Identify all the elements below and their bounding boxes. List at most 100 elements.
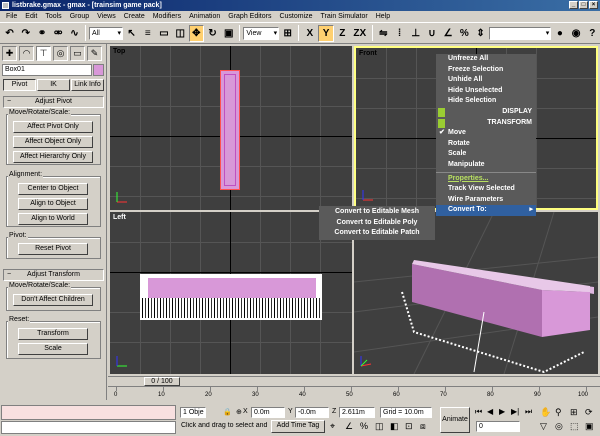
close-button[interactable]: × [589, 1, 598, 9]
unlink-icon[interactable]: ⚮ [51, 25, 66, 42]
maximize-viewport-icon[interactable]: ▣ [585, 421, 594, 432]
menu-animation[interactable]: Animation [185, 13, 224, 20]
angle-snap-status-icon[interactable]: ∠ [345, 421, 353, 432]
window-crossing-icon[interactable]: ◫ [173, 25, 188, 42]
spinner-snap-icon[interactable]: ⇕ [473, 25, 488, 42]
reference-coord-dropdown[interactable]: View [243, 26, 280, 40]
affect-object-only-button[interactable]: Affect Object Only [13, 136, 93, 148]
region-zoom-icon[interactable]: ⬚ [570, 421, 579, 432]
help-icon[interactable]: ? [585, 25, 600, 42]
reset-scale-button[interactable]: Scale [18, 343, 88, 355]
quad-item-rotate[interactable]: Rotate [436, 139, 536, 150]
move-icon[interactable]: ✥ [188, 24, 204, 42]
viewport-label-front[interactable]: Front [359, 50, 377, 57]
bind-space-warp-icon[interactable]: ∿ [67, 25, 82, 42]
utilities-tab-icon[interactable]: ✎ [87, 45, 102, 61]
menu-views[interactable]: Views [93, 13, 120, 20]
object-name-field[interactable]: Box01 [2, 64, 92, 76]
quad-item-convert-to[interactable]: Convert To: ▸ [436, 205, 536, 216]
convert-editable-poly-item[interactable]: Convert to Editable Poly [319, 218, 435, 229]
time-slider-track[interactable]: 0 / 100 [108, 376, 600, 386]
quad-item-hide-unselected[interactable]: Hide Unselected [436, 86, 536, 97]
go-to-end-icon[interactable]: ⏭ [525, 407, 532, 417]
percent-snap-status-icon[interactable]: % [360, 421, 368, 431]
display-tab-icon[interactable]: ▭ [70, 45, 85, 61]
menu-tools[interactable]: Tools [41, 13, 65, 20]
dont-affect-children-button[interactable]: Don't Affect Children [13, 294, 93, 306]
center-to-object-button[interactable]: Center to Object [18, 183, 88, 195]
adjust-transform-rollout[interactable]: Adjust Transform [3, 269, 104, 281]
quad-item-properties[interactable]: Properties... [436, 174, 536, 185]
axis-x-button[interactable]: X [302, 25, 317, 42]
quad-item-unfreeze-all[interactable]: Unfreeze All [436, 54, 536, 65]
orbit-icon[interactable]: ◎ [555, 421, 563, 432]
quad-item-move[interactable]: ✔ Move [436, 128, 536, 139]
menu-create[interactable]: Create [120, 13, 149, 20]
select-by-name-icon[interactable]: ≡ [140, 25, 155, 42]
convert-editable-patch-item[interactable]: Convert to Editable Patch [319, 228, 435, 239]
pivot-mode-button[interactable]: Pivot [3, 79, 36, 91]
rect-region-icon[interactable]: ▭ [156, 25, 171, 42]
go-to-start-icon[interactable]: ⏮ [475, 407, 482, 417]
absolute-mode-icon[interactable]: ⊡ [405, 421, 413, 432]
maxscript-output[interactable] [1, 421, 176, 434]
menu-customize[interactable]: Customize [275, 13, 316, 20]
object-color-swatch[interactable] [93, 64, 104, 76]
percent-snap-icon[interactable]: % [457, 25, 472, 42]
previous-frame-icon[interactable]: ◀ [487, 407, 493, 416]
zoom-extents-icon[interactable]: ⊞ [570, 407, 578, 418]
current-frame-field[interactable]: 0 [476, 421, 520, 432]
quad-item-freeze-selection[interactable]: Freeze Selection [436, 65, 536, 76]
create-tab-icon[interactable]: ✚ [2, 45, 17, 61]
convert-editable-mesh-item[interactable]: Convert to Editable Mesh [319, 207, 435, 218]
z-coordinate-field[interactable]: 2.611m [339, 407, 375, 418]
align-to-object-button[interactable]: Align to Object [18, 198, 88, 210]
x-coordinate-field[interactable]: 0.0m [251, 407, 285, 418]
crossing-status-icon[interactable]: ◫ [375, 421, 384, 432]
undo-icon[interactable]: ↶ [2, 25, 17, 42]
affect-pivot-only-button[interactable]: Affect Pivot Only [13, 121, 93, 133]
transform-type-in-icon[interactable]: ⊕ [236, 408, 242, 416]
menu-group[interactable]: Group [66, 13, 93, 20]
menu-train-simulator[interactable]: Train Simulator [317, 13, 372, 20]
snap-toggle-icon[interactable]: ⌖ [330, 421, 335, 432]
menu-modifiers[interactable]: Modifiers [149, 13, 185, 20]
viewport-label-top[interactable]: Top [113, 48, 125, 55]
pivot-center-icon[interactable]: ⊞ [280, 25, 295, 42]
add-time-tag-button[interactable]: Add Time Tag [271, 420, 325, 433]
quad-item-wire-parameters[interactable]: Wire Parameters [436, 195, 536, 206]
select-object-icon[interactable]: ↖ [124, 25, 139, 42]
field-of-view-icon[interactable]: ▽ [540, 421, 547, 432]
quad-item-scale[interactable]: Scale [436, 149, 536, 160]
ik-mode-button[interactable]: IK [37, 79, 70, 91]
degradation-icon[interactable]: ◧ [390, 421, 399, 432]
top-viewport[interactable]: Top [110, 46, 352, 210]
y-coordinate-field[interactable]: -0.0m [295, 407, 329, 418]
maximize-button[interactable]: □ [579, 1, 588, 9]
named-selection-dropdown[interactable] [489, 26, 552, 40]
lock-selection-icon[interactable]: 🔒 [223, 408, 232, 416]
viewport-label-left[interactable]: Left [113, 214, 126, 221]
axis-zx-button[interactable]: ZX [351, 25, 369, 42]
animate-button[interactable]: Animate [440, 407, 470, 433]
hierarchy-tab-icon[interactable]: ⊤ [36, 45, 51, 61]
track-bar[interactable]: 0 10 20 30 40 50 60 70 80 90 100 [108, 386, 600, 400]
menu-help[interactable]: Help [372, 13, 394, 20]
reset-pivot-button[interactable]: Reset Pivot [18, 243, 88, 255]
play-icon[interactable]: ▶ [499, 407, 505, 416]
zoom-icon[interactable]: ⚲ [555, 407, 562, 418]
next-frame-icon[interactable]: ▶| [511, 407, 519, 416]
array-icon[interactable]: ⁞ [392, 25, 407, 42]
material-editor-icon[interactable]: ● [552, 25, 567, 42]
left-viewport[interactable]: Left [110, 212, 352, 374]
maxscript-listener[interactable] [1, 405, 176, 420]
menu-edit[interactable]: Edit [21, 13, 41, 20]
snap-icon[interactable]: ∪ [424, 25, 439, 42]
redo-icon[interactable]: ↷ [18, 25, 33, 42]
arc-rotate-icon[interactable]: ⟳ [585, 407, 593, 418]
scale-icon[interactable]: ▣ [221, 25, 236, 42]
link-info-mode-button[interactable]: Link Info [71, 79, 104, 91]
axis-y-button[interactable]: Y [318, 24, 334, 42]
time-slider-thumb[interactable]: 0 / 100 [144, 377, 180, 386]
align-to-world-button[interactable]: Align to World [18, 213, 88, 225]
